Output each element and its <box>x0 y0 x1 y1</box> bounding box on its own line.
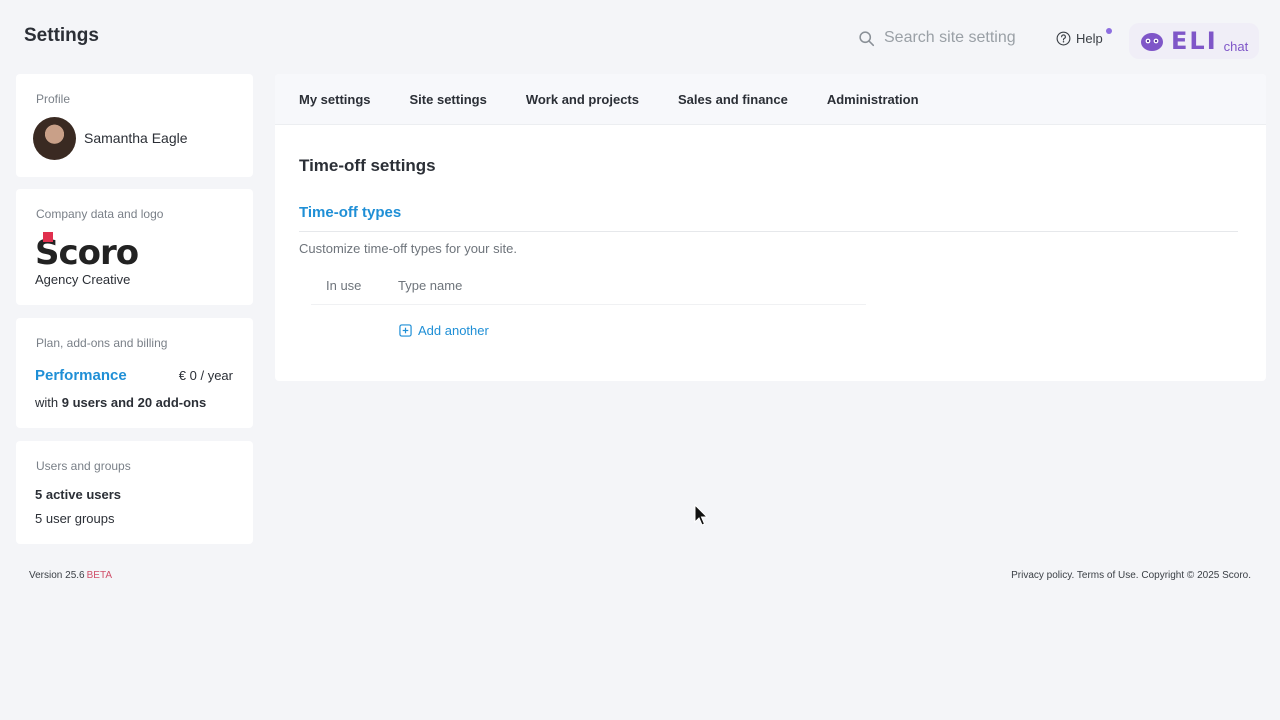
users-label: Users and groups <box>36 459 131 473</box>
beta-badge: BETA <box>86 570 112 581</box>
help-button[interactable]: Help <box>1056 31 1103 46</box>
tab-site-settings[interactable]: Site settings <box>410 92 487 107</box>
section-description: Customize time-off types for your site. <box>299 241 517 256</box>
plan-detail-prefix: with <box>35 395 62 410</box>
tab-work-and-projects[interactable]: Work and projects <box>526 92 639 107</box>
eli-chat-label: chat <box>1223 38 1249 54</box>
help-label: Help <box>1076 31 1103 46</box>
notification-dot <box>1106 28 1112 34</box>
plan-price: € 0 / year <box>178 368 233 383</box>
page-title: Settings <box>24 25 99 46</box>
search-icon <box>859 30 875 46</box>
column-header-type-name: Type name <box>398 278 463 293</box>
section-title: Time-off settings <box>299 156 436 175</box>
mouse-cursor-icon <box>694 504 708 526</box>
version-info: Version 25.6 BETA <box>29 570 112 581</box>
eli-chat-button[interactable]: ELI chat <box>1129 23 1259 59</box>
time-off-types-link[interactable]: Time-off types <box>299 204 401 221</box>
plan-label: Plan, add-ons and billing <box>36 336 168 350</box>
plan-detail-bold: 9 users and 20 add-ons <box>61 395 207 410</box>
search-input[interactable] <box>884 29 1018 47</box>
profile-label: Profile <box>36 92 71 106</box>
question-circle-icon <box>1056 31 1071 46</box>
scoro-logo: Scoro <box>35 232 139 273</box>
chat-bot-icon <box>1141 33 1163 51</box>
search-box[interactable] <box>858 29 1018 47</box>
add-another-label: Add another <box>418 323 489 338</box>
tab-my-settings[interactable]: My settings <box>299 92 371 107</box>
footer-legal[interactable]: Privacy policy. Terms of Use. Copyright … <box>1011 570 1251 581</box>
version-label: Version 25.6 <box>29 570 85 581</box>
company-label: Company data and logo <box>36 207 164 221</box>
profile-name: Samantha Eagle <box>84 130 188 146</box>
add-another-button[interactable]: Add another <box>399 323 489 338</box>
scoro-logo-mark <box>43 232 53 242</box>
active-users-count: 5 active users <box>35 487 122 502</box>
user-groups-count: 5 user groups <box>35 511 115 526</box>
avatar <box>33 117 76 160</box>
table-divider <box>311 304 866 305</box>
tab-administration[interactable]: Administration <box>827 92 919 107</box>
company-name: Agency Creative <box>35 272 131 287</box>
users-card[interactable]: Users and groups 5 active users 5 user g… <box>16 441 253 544</box>
divider <box>299 231 1238 232</box>
eli-logo: ELI <box>1171 27 1218 55</box>
plus-square-icon <box>399 324 412 337</box>
plan-detail: with 9 users and 20 add-ons <box>35 395 206 410</box>
company-card[interactable]: Company data and logo Scoro Agency Creat… <box>16 189 253 305</box>
profile-card[interactable]: Profile Samantha Eagle <box>16 74 253 177</box>
column-header-in-use: In use <box>326 278 362 293</box>
plan-name[interactable]: Performance <box>35 367 127 384</box>
tab-sales-and-finance[interactable]: Sales and finance <box>678 92 788 107</box>
main-panel: My settings Site settings Work and proje… <box>275 74 1266 381</box>
settings-tabs: My settings Site settings Work and proje… <box>275 74 1266 125</box>
plan-card[interactable]: Plan, add-ons and billing Performance € … <box>16 318 253 428</box>
